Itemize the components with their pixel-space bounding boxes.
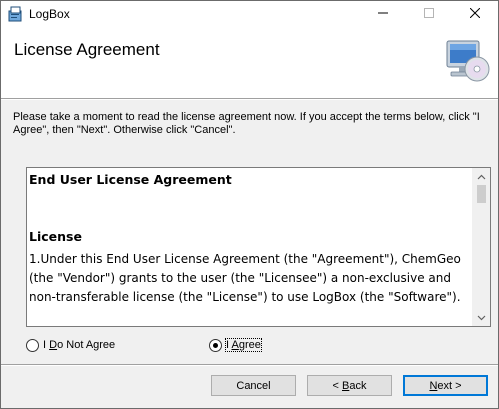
app-icon: [8, 6, 24, 22]
banner-divider: [1, 99, 498, 100]
do-not-agree-radio[interactable]: [26, 338, 39, 352]
next-label: Next >: [429, 380, 461, 392]
title-bar[interactable]: LogBox: [1, 1, 498, 28]
cancel-button[interactable]: Cancel: [211, 375, 296, 396]
back-button[interactable]: < Back: [307, 375, 392, 396]
scroll-up-button[interactable]: [473, 168, 490, 185]
instructions-text: Please take a moment to read the license…: [13, 111, 480, 136]
license-heading: End User License Agreement: [29, 172, 232, 187]
agree-option[interactable]: I Agree: [209, 337, 262, 353]
scroll-down-button[interactable]: [473, 309, 490, 326]
page-title: License Agreement: [14, 40, 160, 59]
agree-label[interactable]: I Agree: [225, 338, 262, 352]
license-paragraph: 1.Under this End User License Agreement …: [29, 252, 461, 304]
next-suffix: ext >: [437, 379, 462, 392]
close-button[interactable]: [452, 1, 498, 28]
back-label: < Back: [333, 380, 367, 392]
window-title: LogBox: [29, 7, 70, 21]
license-textbox[interactable]: End User License Agreement License 1.Und…: [26, 167, 491, 327]
back-suffix: ack: [349, 379, 367, 392]
close-icon: [469, 7, 481, 21]
back-prefix: <: [332, 379, 342, 392]
header-banner: License Agreement: [1, 28, 498, 99]
maximize-button[interactable]: [406, 1, 452, 28]
minimize-button[interactable]: [360, 1, 406, 28]
agree-suffix: gree: [238, 339, 261, 351]
do-not-agree-label[interactable]: I Do Not Agree: [43, 339, 115, 351]
license-content: End User License Agreement License 1.Und…: [29, 170, 471, 307]
do-not-agree-option[interactable]: I Do Not Agree: [26, 337, 115, 353]
agree-accesskey: A: [231, 339, 239, 351]
chevron-down-icon: [477, 312, 486, 324]
cancel-label: Cancel: [236, 379, 271, 392]
installer-window: LogBox License Agreement Please take a m…: [0, 0, 499, 409]
agree-radio[interactable]: [209, 338, 222, 352]
vertical-scrollbar[interactable]: [472, 168, 490, 326]
maximize-icon: [424, 8, 434, 21]
chevron-up-icon: [477, 171, 486, 183]
do-not-agree-suffix: o Not Agree: [57, 339, 116, 351]
minimize-icon: [378, 8, 388, 21]
license-section-title: License: [29, 229, 82, 244]
next-button[interactable]: Next >: [403, 375, 488, 396]
scrollbar-thumb[interactable]: [477, 185, 486, 203]
do-not-agree-accesskey: D: [49, 339, 58, 351]
footer-divider-highlight: [1, 365, 498, 366]
computer-cd-icon: [441, 37, 491, 87]
